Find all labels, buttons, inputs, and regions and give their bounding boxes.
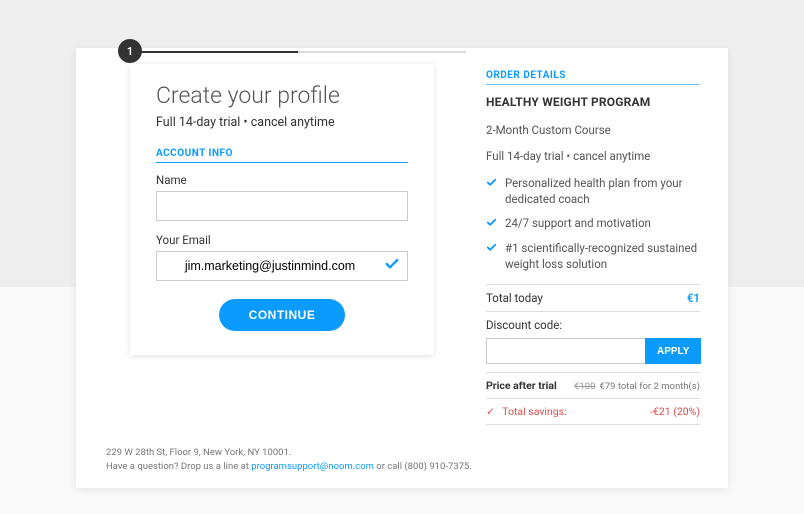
feature-item: 24/7 support and motivation	[486, 215, 700, 232]
step-badge: 1	[118, 39, 142, 63]
feature-text: #1 scientifically-recognized sustained w…	[505, 240, 700, 272]
trial-terms: Full 14-day trial • cancel anytime	[486, 149, 700, 163]
savings-label: Total savings:	[502, 405, 566, 418]
email-label: Your Email	[156, 233, 408, 247]
name-label: Name	[156, 173, 408, 187]
total-label: Total today	[486, 291, 543, 305]
continue-button[interactable]: CONTINUE	[219, 299, 346, 331]
price-after-row: Price after trial €100€79 total for 2 mo…	[486, 372, 700, 398]
apply-button[interactable]: APPLY	[645, 338, 701, 364]
check-icon: ✓	[486, 405, 495, 418]
order-details-label: ORDER DETAILS	[486, 70, 700, 85]
discount-input[interactable]	[486, 338, 645, 364]
account-info-label: ACCOUNT INFO	[156, 148, 408, 163]
check-icon	[486, 176, 497, 207]
feature-text: 24/7 support and motivation	[505, 215, 651, 232]
check-icon	[384, 256, 400, 276]
trial-subtitle: Full 14-day trial • cancel anytime	[156, 115, 408, 130]
feature-text: Personalized health plan from your dedic…	[505, 175, 700, 207]
course-name: 2-Month Custom Course	[486, 123, 700, 137]
price-after-label: Price after trial	[486, 379, 557, 392]
check-icon	[486, 216, 497, 232]
savings-value: -€21 (20%)	[650, 405, 700, 418]
email-input[interactable]	[156, 251, 408, 281]
name-input[interactable]	[156, 191, 408, 221]
total-value: €1	[687, 291, 700, 305]
savings-row: ✓ Total savings: -€21 (20%)	[486, 398, 700, 425]
discount-label-row: Discount code:	[486, 311, 700, 338]
feature-item: #1 scientifically-recognized sustained w…	[486, 240, 700, 272]
feature-item: Personalized health plan from your dedic…	[486, 175, 700, 207]
checkout-card: 1 Create your profile Full 14-day trial …	[76, 48, 728, 488]
support-email-link[interactable]: programsupport@noom.com	[251, 461, 374, 472]
page-title: Create your profile	[156, 82, 408, 109]
profile-panel: Create your profile Full 14-day trial • …	[130, 64, 434, 355]
price-after-detail: €100€79 total for 2 month(s)	[574, 381, 700, 392]
footer-address: 229 W 28th St, Floor 9, New York, NY 100…	[106, 446, 472, 460]
program-title: HEALTHY WEIGHT PROGRAM	[486, 95, 700, 109]
feature-list: Personalized health plan from your dedic…	[486, 175, 700, 272]
footer-contact: Have a question? Drop us a line at progr…	[106, 460, 472, 474]
total-row: Total today €1	[486, 284, 700, 311]
check-icon	[486, 241, 497, 272]
footer: 229 W 28th St, Floor 9, New York, NY 100…	[106, 446, 472, 475]
discount-label: Discount code:	[486, 318, 562, 332]
order-details: ORDER DETAILS HEALTHY WEIGHT PROGRAM 2-M…	[466, 48, 728, 425]
